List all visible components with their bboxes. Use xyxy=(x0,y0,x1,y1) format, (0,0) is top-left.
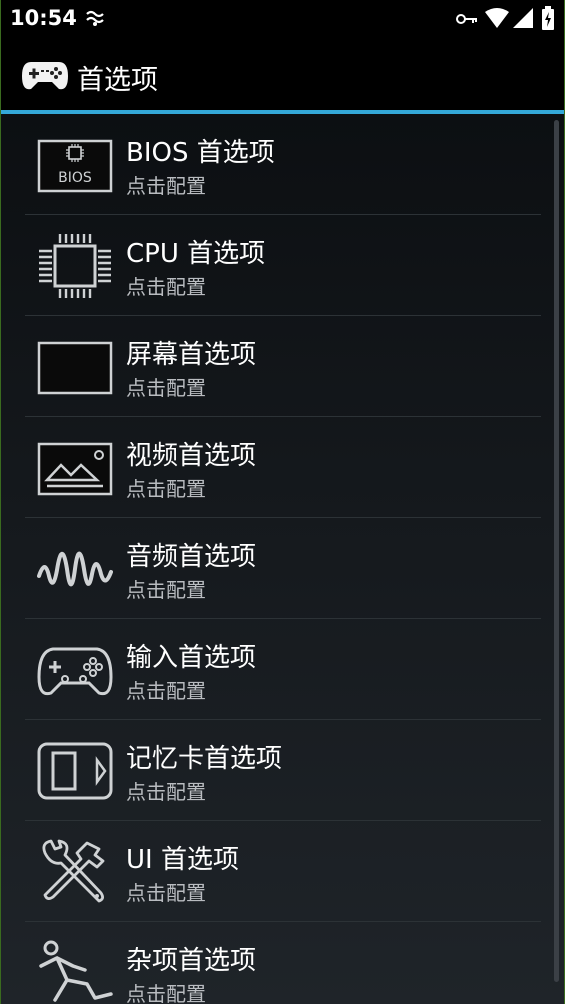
app-window: 10:54 首选项 BIOS BIOS 首选项 点击配置 CPU 首选项 点击配… xyxy=(0,0,565,1004)
pref-item-title: 视频首选项 xyxy=(126,441,257,471)
pref-item-input[interactable]: 输入首选项 点击配置 xyxy=(25,619,541,720)
wifi-icon xyxy=(485,8,509,28)
pref-item-subtitle: 点击配置 xyxy=(126,982,206,1004)
pref-item-title: 杂项首选项 xyxy=(126,946,257,976)
pref-item-subtitle: 点击配置 xyxy=(126,881,206,905)
pref-item-title: UI 首选项 xyxy=(126,845,239,875)
bios-icon-label: BIOS xyxy=(58,170,92,186)
bios-chip-icon: BIOS xyxy=(37,139,113,193)
pref-item-subtitle: 点击配置 xyxy=(126,275,206,299)
pref-item-title: 屏幕首选项 xyxy=(126,340,257,370)
audio-wave-icon xyxy=(37,551,113,587)
pref-item-bios[interactable]: BIOS BIOS 首选项 点击配置 xyxy=(25,114,541,215)
pref-item-cpu[interactable]: CPU 首选项 点击配置 xyxy=(25,215,541,316)
pref-item-title: BIOS 首选项 xyxy=(126,138,275,168)
video-picture-icon xyxy=(37,442,113,496)
app-bar: 首选项 xyxy=(1,38,564,114)
pref-item-title: CPU 首选项 xyxy=(126,239,266,269)
pref-item-ui[interactable]: UI 首选项 点击配置 xyxy=(25,821,541,922)
pref-item-subtitle: 点击配置 xyxy=(126,477,206,501)
pref-item-subtitle: 点击配置 xyxy=(126,578,206,602)
controller-icon xyxy=(37,647,113,696)
pref-item-title: 音频首选项 xyxy=(126,542,257,572)
pref-item-title: 记忆卡首选项 xyxy=(126,744,283,774)
screen-icon xyxy=(37,341,113,395)
pref-item-subtitle: 点击配置 xyxy=(126,376,206,400)
key-icon xyxy=(456,14,477,24)
pref-item-subtitle: 点击配置 xyxy=(126,780,206,804)
pref-item-video[interactable]: 视频首选项 点击配置 xyxy=(25,417,541,518)
pref-item-memory-card[interactable]: 记忆卡首选项 点击配置 xyxy=(25,720,541,821)
page-title: 首选项 xyxy=(77,65,158,96)
pref-item-subtitle: 点击配置 xyxy=(126,679,206,703)
preferences-list: BIOS BIOS 首选项 点击配置 CPU 首选项 点击配置 屏幕首选项 点击… xyxy=(1,114,564,1004)
running-man-icon xyxy=(39,940,113,1002)
cpu-icon xyxy=(39,234,111,298)
memory-card-icon xyxy=(37,742,113,800)
battery-charging-icon xyxy=(542,6,554,30)
notification-icon xyxy=(86,10,104,26)
signal-icon xyxy=(513,8,533,28)
status-bar: 10:54 xyxy=(1,0,564,38)
tools-icon xyxy=(42,839,105,903)
pref-item-subtitle: 点击配置 xyxy=(126,174,206,198)
pref-item-audio[interactable]: 音频首选项 点击配置 xyxy=(25,518,541,619)
pref-item-title: 输入首选项 xyxy=(126,643,257,673)
pref-item-misc[interactable]: 杂项首选项 点击配置 xyxy=(25,922,541,1004)
pref-item-screen[interactable]: 屏幕首选项 点击配置 xyxy=(25,316,541,417)
gamepad-icon xyxy=(22,62,68,90)
list-scrollbar[interactable] xyxy=(554,120,559,982)
status-time: 10:54 xyxy=(10,6,77,30)
